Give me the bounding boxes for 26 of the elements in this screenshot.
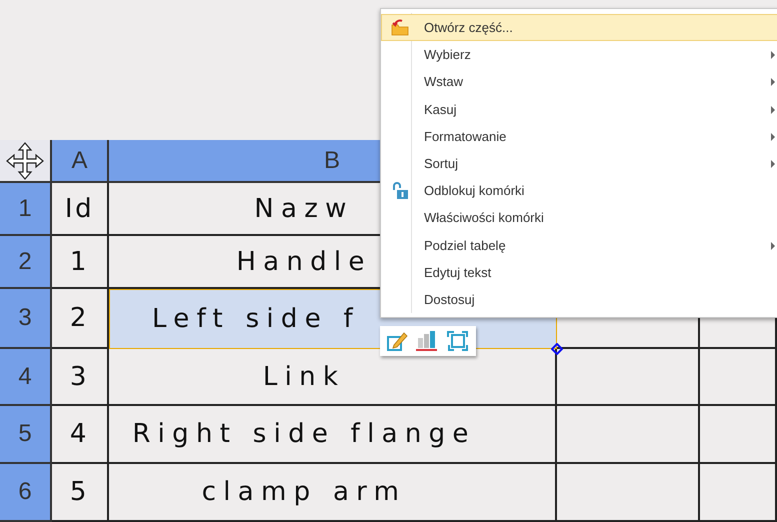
table-cell: clamp arm <box>109 464 557 522</box>
column-header[interactable]: A <box>52 140 109 183</box>
table-cell: 1 <box>52 236 109 289</box>
padlock-icon <box>391 182 409 200</box>
row-header[interactable]: 2 <box>0 236 52 289</box>
corner-cell[interactable] <box>0 140 52 183</box>
table-cell: 3 <box>52 349 109 406</box>
folder-icon <box>390 18 410 37</box>
columns-icon[interactable] <box>414 330 439 352</box>
row-header[interactable]: 1 <box>0 183 52 236</box>
move-icon <box>5 140 45 180</box>
table-cell: 5 <box>52 464 109 522</box>
menu-item[interactable]: Otwórz część... <box>381 14 777 42</box>
table-cell: 4 <box>52 406 109 464</box>
row-header[interactable]: 3 <box>0 289 52 349</box>
menu-item[interactable]: Wstaw <box>381 68 777 96</box>
menu-item[interactable]: Wybierz <box>381 41 777 68</box>
row-header[interactable]: 5 <box>0 406 52 464</box>
table-cell: Right side flange <box>109 406 557 464</box>
edit-icon[interactable] <box>386 330 408 352</box>
fit-frame-icon[interactable] <box>446 329 470 353</box>
resize-grip-icon[interactable] <box>551 343 563 355</box>
row-header[interactable]: 4 <box>0 349 52 406</box>
table-cell: Id <box>52 183 109 236</box>
menu-item[interactable]: Kasuj <box>381 96 777 123</box>
row-header[interactable]: 6 <box>0 464 52 522</box>
